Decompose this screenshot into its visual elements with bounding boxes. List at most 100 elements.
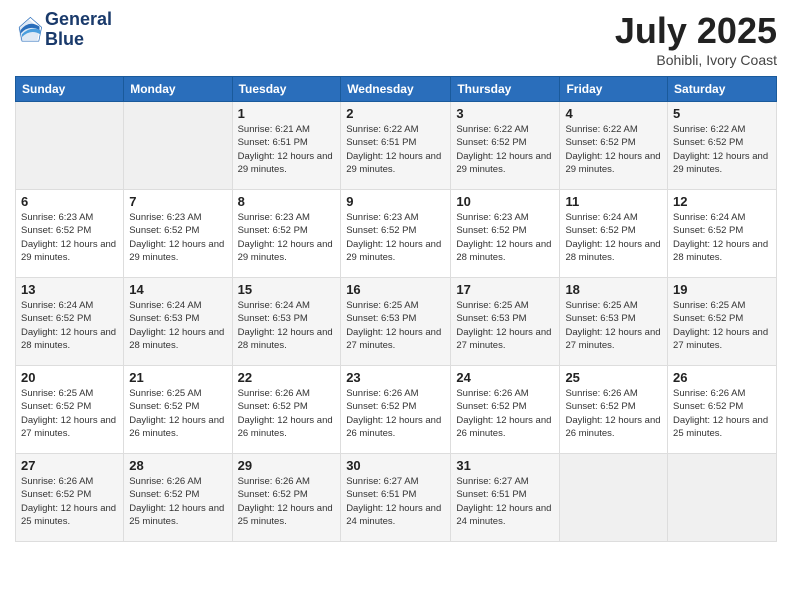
logo: General Blue bbox=[15, 10, 112, 50]
day-cell: 30 Sunrise: 6:27 AM Sunset: 6:51 PM Dayli… bbox=[341, 454, 451, 542]
day-cell: 7Sunrise: 6:23 AM Sunset: 6:52 PM Daylig… bbox=[124, 190, 232, 278]
day-cell: 2 Sunrise: 6:22 AM Sunset: 6:51 PM Daylig… bbox=[341, 102, 451, 190]
day-cell: 5Sunrise: 6:22 AM Sunset: 6:52 PM Daylig… bbox=[668, 102, 777, 190]
day-info: Sunrise: 6:24 AM Sunset: 6:52 PM Dayligh… bbox=[673, 211, 771, 264]
day-number: 21 bbox=[129, 370, 226, 385]
month-title: July 2025 bbox=[615, 10, 777, 52]
day-number: 17 bbox=[456, 282, 554, 297]
day-info: Sunrise: 6:23 AM Sunset: 6:52 PM Dayligh… bbox=[456, 211, 554, 264]
week-row-5: 27 Sunrise: 6:26 AM Sunset: 6:52 PM Dayli… bbox=[16, 454, 777, 542]
day-cell: 18Sunrise: 6:25 AM Sunset: 6:53 PM Dayli… bbox=[560, 278, 668, 366]
day-number: 1 bbox=[238, 106, 336, 121]
day-number: 6 bbox=[21, 194, 118, 209]
day-number: 4 bbox=[565, 106, 662, 121]
logo-text: General Blue bbox=[45, 10, 112, 50]
calendar-body: 1 Sunrise: 6:21 AM Sunset: 6:51 PM Daylig… bbox=[16, 102, 777, 542]
day-cell: 22 Sunrise: 6:26 AM Sunset: 6:52 PM Dayli… bbox=[232, 366, 341, 454]
day-number: 12 bbox=[673, 194, 771, 209]
day-cell: 26 Sunrise: 6:26 AM Sunset: 6:52 PM Dayli… bbox=[668, 366, 777, 454]
day-info: Sunrise: 6:23 AM Sunset: 6:52 PM Dayligh… bbox=[346, 211, 445, 264]
day-info: Sunrise: 6:26 AM Sunset: 6:52 PM Dayligh… bbox=[238, 387, 336, 440]
day-info: Sunrise: 6:23 AM Sunset: 6:52 PM Dayligh… bbox=[129, 211, 226, 264]
day-cell bbox=[560, 454, 668, 542]
day-number: 29 bbox=[238, 458, 336, 473]
day-number: 13 bbox=[21, 282, 118, 297]
day-info: Sunrise: 6:23 AM Sunset: 6:52 PM Dayligh… bbox=[21, 211, 118, 264]
day-number: 28 bbox=[129, 458, 226, 473]
day-info: Sunrise: 6:25 AM Sunset: 6:52 PM Dayligh… bbox=[21, 387, 118, 440]
day-info: Sunrise: 6:21 AM Sunset: 6:51 PM Dayligh… bbox=[238, 123, 336, 176]
day-info: Sunrise: 6:25 AM Sunset: 6:53 PM Dayligh… bbox=[456, 299, 554, 352]
day-number: 2 bbox=[346, 106, 445, 121]
day-number: 9 bbox=[346, 194, 445, 209]
location: Bohibli, Ivory Coast bbox=[615, 52, 777, 68]
day-info: Sunrise: 6:22 AM Sunset: 6:52 PM Dayligh… bbox=[456, 123, 554, 176]
day-info: Sunrise: 6:24 AM Sunset: 6:52 PM Dayligh… bbox=[21, 299, 118, 352]
logo-icon bbox=[15, 16, 43, 44]
day-number: 14 bbox=[129, 282, 226, 297]
day-number: 30 bbox=[346, 458, 445, 473]
day-info: Sunrise: 6:26 AM Sunset: 6:52 PM Dayligh… bbox=[565, 387, 662, 440]
day-info: Sunrise: 6:27 AM Sunset: 6:51 PM Dayligh… bbox=[456, 475, 554, 528]
day-cell: 10Sunrise: 6:23 AM Sunset: 6:52 PM Dayli… bbox=[451, 190, 560, 278]
day-cell: 11 Sunrise: 6:24 AM Sunset: 6:52 PM Dayli… bbox=[560, 190, 668, 278]
day-number: 15 bbox=[238, 282, 336, 297]
day-cell: 14 Sunrise: 6:24 AM Sunset: 6:53 PM Dayli… bbox=[124, 278, 232, 366]
day-number: 23 bbox=[346, 370, 445, 385]
col-monday: Monday bbox=[124, 77, 232, 102]
day-info: Sunrise: 6:23 AM Sunset: 6:52 PM Dayligh… bbox=[238, 211, 336, 264]
day-info: Sunrise: 6:26 AM Sunset: 6:52 PM Dayligh… bbox=[673, 387, 771, 440]
day-number: 25 bbox=[565, 370, 662, 385]
day-cell: 21Sunrise: 6:25 AM Sunset: 6:52 PM Dayli… bbox=[124, 366, 232, 454]
day-number: 31 bbox=[456, 458, 554, 473]
day-info: Sunrise: 6:27 AM Sunset: 6:51 PM Dayligh… bbox=[346, 475, 445, 528]
col-wednesday: Wednesday bbox=[341, 77, 451, 102]
col-thursday: Thursday bbox=[451, 77, 560, 102]
day-cell bbox=[668, 454, 777, 542]
day-number: 22 bbox=[238, 370, 336, 385]
week-row-4: 20Sunrise: 6:25 AM Sunset: 6:52 PM Dayli… bbox=[16, 366, 777, 454]
day-cell: 24 Sunrise: 6:26 AM Sunset: 6:52 PM Dayli… bbox=[451, 366, 560, 454]
day-number: 11 bbox=[565, 194, 662, 209]
logo-line2: Blue bbox=[45, 30, 112, 50]
calendar-table: Sunday Monday Tuesday Wednesday Thursday… bbox=[15, 76, 777, 542]
col-saturday: Saturday bbox=[668, 77, 777, 102]
day-number: 19 bbox=[673, 282, 771, 297]
day-cell: 12 Sunrise: 6:24 AM Sunset: 6:52 PM Dayli… bbox=[668, 190, 777, 278]
week-row-1: 1 Sunrise: 6:21 AM Sunset: 6:51 PM Daylig… bbox=[16, 102, 777, 190]
day-cell: 23 Sunrise: 6:26 AM Sunset: 6:52 PM Dayli… bbox=[341, 366, 451, 454]
day-cell bbox=[124, 102, 232, 190]
day-number: 27 bbox=[21, 458, 118, 473]
day-info: Sunrise: 6:24 AM Sunset: 6:53 PM Dayligh… bbox=[129, 299, 226, 352]
day-cell: 25 Sunrise: 6:26 AM Sunset: 6:52 PM Dayli… bbox=[560, 366, 668, 454]
day-cell: 4 Sunrise: 6:22 AM Sunset: 6:52 PM Daylig… bbox=[560, 102, 668, 190]
day-cell: 31 Sunrise: 6:27 AM Sunset: 6:51 PM Dayli… bbox=[451, 454, 560, 542]
day-cell: 3 Sunrise: 6:22 AM Sunset: 6:52 PM Daylig… bbox=[451, 102, 560, 190]
day-info: Sunrise: 6:26 AM Sunset: 6:52 PM Dayligh… bbox=[456, 387, 554, 440]
week-row-3: 13 Sunrise: 6:24 AM Sunset: 6:52 PM Dayli… bbox=[16, 278, 777, 366]
day-cell bbox=[16, 102, 124, 190]
day-info: Sunrise: 6:26 AM Sunset: 6:52 PM Dayligh… bbox=[238, 475, 336, 528]
day-number: 24 bbox=[456, 370, 554, 385]
day-cell: 27 Sunrise: 6:26 AM Sunset: 6:52 PM Dayli… bbox=[16, 454, 124, 542]
col-tuesday: Tuesday bbox=[232, 77, 341, 102]
header-row: Sunday Monday Tuesday Wednesday Thursday… bbox=[16, 77, 777, 102]
day-number: 3 bbox=[456, 106, 554, 121]
day-info: Sunrise: 6:25 AM Sunset: 6:52 PM Dayligh… bbox=[673, 299, 771, 352]
col-friday: Friday bbox=[560, 77, 668, 102]
day-cell: 6 Sunrise: 6:23 AM Sunset: 6:52 PM Daylig… bbox=[16, 190, 124, 278]
day-number: 26 bbox=[673, 370, 771, 385]
day-cell: 29 Sunrise: 6:26 AM Sunset: 6:52 PM Dayli… bbox=[232, 454, 341, 542]
day-info: Sunrise: 6:26 AM Sunset: 6:52 PM Dayligh… bbox=[346, 387, 445, 440]
day-cell: 13 Sunrise: 6:24 AM Sunset: 6:52 PM Dayli… bbox=[16, 278, 124, 366]
page: General Blue July 2025 Bohibli, Ivory Co… bbox=[0, 0, 792, 612]
day-info: Sunrise: 6:26 AM Sunset: 6:52 PM Dayligh… bbox=[129, 475, 226, 528]
day-info: Sunrise: 6:24 AM Sunset: 6:52 PM Dayligh… bbox=[565, 211, 662, 264]
day-info: Sunrise: 6:22 AM Sunset: 6:51 PM Dayligh… bbox=[346, 123, 445, 176]
day-number: 8 bbox=[238, 194, 336, 209]
day-cell: 16Sunrise: 6:25 AM Sunset: 6:53 PM Dayli… bbox=[341, 278, 451, 366]
day-cell: 20Sunrise: 6:25 AM Sunset: 6:52 PM Dayli… bbox=[16, 366, 124, 454]
day-number: 5 bbox=[673, 106, 771, 121]
day-info: Sunrise: 6:26 AM Sunset: 6:52 PM Dayligh… bbox=[21, 475, 118, 528]
day-info: Sunrise: 6:22 AM Sunset: 6:52 PM Dayligh… bbox=[565, 123, 662, 176]
